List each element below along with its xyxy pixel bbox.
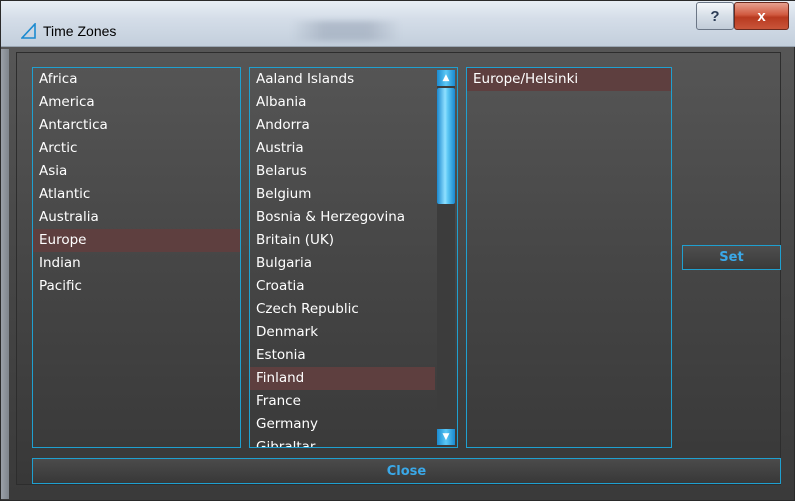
left-edge <box>1 49 9 499</box>
country-list-item[interactable]: Gibraltar <box>250 436 435 447</box>
country-list-item[interactable]: Bulgaria <box>250 252 435 275</box>
country-list-item[interactable]: Britain (UK) <box>250 229 435 252</box>
scroll-down-arrow-icon[interactable]: ▼ <box>437 429 455 445</box>
set-button[interactable]: Set <box>682 245 781 270</box>
title-obscured-text <box>291 21 401 41</box>
region-list-item[interactable]: Antarctica <box>33 114 240 137</box>
country-list-item[interactable]: Germany <box>250 413 435 436</box>
country-list-item[interactable]: Denmark <box>250 321 435 344</box>
country-list-item[interactable]: Finland <box>250 367 435 390</box>
country-list-item[interactable]: Estonia <box>250 344 435 367</box>
scroll-thumb[interactable] <box>437 88 455 204</box>
country-list-item[interactable]: Belgium <box>250 183 435 206</box>
window-close-button[interactable]: x <box>734 2 789 30</box>
region-list-item[interactable]: Africa <box>33 68 240 91</box>
country-list-item[interactable]: Austria <box>250 137 435 160</box>
region-list-item[interactable]: Europe <box>33 229 240 252</box>
country-list-item[interactable]: Croatia <box>250 275 435 298</box>
region-list-item[interactable]: Australia <box>33 206 240 229</box>
region-list[interactable]: Africa America Antarctica Arctic Asia Atlanti… <box>32 67 241 448</box>
region-list-item[interactable]: Arctic <box>33 137 240 160</box>
country-list-item[interactable]: Bosnia & Herzegovina <box>250 206 435 229</box>
country-list-item[interactable]: Andorra <box>250 114 435 137</box>
country-list[interactable]: Aaland Islands Albania Andorra Austria Belar… <box>249 67 458 448</box>
region-list-item[interactable]: America <box>33 91 240 114</box>
timezone-list[interactable]: Europe/Helsinki <box>466 67 672 448</box>
country-list-item[interactable]: Albania <box>250 91 435 114</box>
country-list-item[interactable]: Czech Republic <box>250 298 435 321</box>
region-list-item[interactable]: Indian <box>33 252 240 275</box>
country-list-scrollbar[interactable]: ▲ ▼ <box>437 70 455 445</box>
time-zones-window: Time Zones ? x Africa America Antarctica Ar… <box>0 0 795 501</box>
help-button[interactable]: ? <box>696 2 734 30</box>
title-bar[interactable]: Time Zones ? x <box>1 1 795 47</box>
country-list-item[interactable]: Aaland Islands <box>250 68 435 91</box>
timezone-list-item[interactable]: Europe/Helsinki <box>467 68 671 91</box>
region-list-item[interactable]: Pacific <box>33 275 240 298</box>
window-title: Time Zones <box>43 23 117 39</box>
country-list-item[interactable]: Belarus <box>250 160 435 183</box>
region-list-item[interactable]: Atlantic <box>33 183 240 206</box>
region-list-item[interactable]: Asia <box>33 160 240 183</box>
close-button[interactable]: Close <box>32 458 781 484</box>
country-list-item[interactable]: France <box>250 390 435 413</box>
app-triangle-icon <box>21 23 36 39</box>
scroll-up-arrow-icon[interactable]: ▲ <box>437 70 455 86</box>
